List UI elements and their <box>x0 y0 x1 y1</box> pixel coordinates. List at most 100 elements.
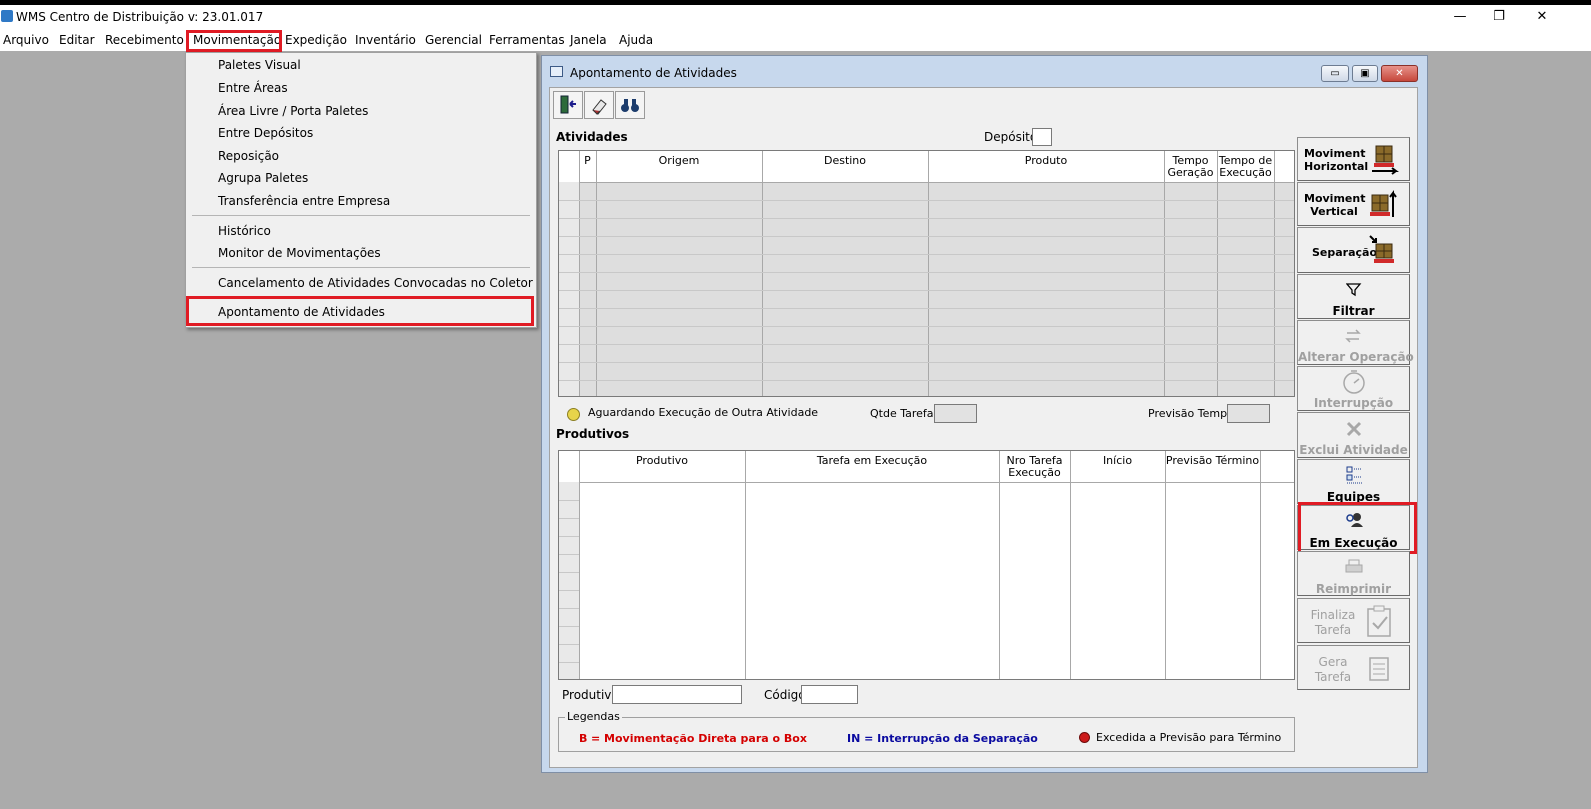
grid-column-divider <box>1164 151 1165 396</box>
codigo-filter-label: Código <box>764 688 806 702</box>
menu-item-entre-depositos[interactable]: Entre Depósitos <box>218 126 313 140</box>
grid-row-divider <box>559 518 579 519</box>
grid-row-divider <box>559 218 1294 219</box>
produtivo-filter-input[interactable] <box>612 685 742 704</box>
grid-column-divider <box>1274 151 1275 396</box>
grid-row-divider <box>559 326 1294 327</box>
col-nro-tarefa[interactable]: Nro Tarefa Execução <box>999 455 1070 479</box>
window-title: Apontamento de Atividades <box>570 66 737 80</box>
search-button[interactable] <box>615 91 645 119</box>
excedida-legend-dot <box>1079 732 1090 743</box>
b-legend-symbol: B <box>579 732 588 745</box>
binoculars-icon <box>621 99 639 112</box>
team-list-icon <box>1346 466 1362 484</box>
b-legend-text: = Movimentação Direta para o Box <box>591 732 807 745</box>
grid-column-divider <box>999 451 1000 679</box>
deposito-label: Depósito <box>984 130 1038 144</box>
grid-row-divider <box>559 626 579 627</box>
interrupcao-label: Interrupção <box>1313 396 1394 410</box>
grid-row-divider <box>559 200 1294 201</box>
scroll-icon <box>1369 657 1389 681</box>
restore-icon[interactable]: ❐ <box>1487 8 1511 26</box>
previsao-tempo-label: Previsão Tempo <box>1148 407 1234 420</box>
interrupcao-button[interactable]: Interrupção <box>1297 366 1410 411</box>
filter-icon <box>1346 283 1362 297</box>
window-icon <box>550 66 563 77</box>
grid-column-divider <box>579 451 580 679</box>
produtivos-grid[interactable]: Produtivo Tarefa em Execução Nro Tarefa … <box>558 450 1295 680</box>
close-icon[interactable]: ✕ <box>1530 8 1554 26</box>
aguardando-legend-text: Aguardando Execução de Outra Atividade <box>588 406 819 419</box>
child-close-button[interactable]: ✕ <box>1381 65 1418 82</box>
separacao-button[interactable]: Separação <box>1297 227 1410 273</box>
menu-expedicao[interactable]: Expedição <box>285 33 347 47</box>
grid-row-divider <box>559 272 1294 273</box>
equipes-button[interactable]: Equipes <box>1297 459 1410 504</box>
menu-item-agrupa-paletes[interactable]: Agrupa Paletes <box>218 171 308 185</box>
menu-arquivo[interactable]: Arquivo <box>3 33 49 47</box>
menu-inventario[interactable]: Inventário <box>355 33 416 47</box>
gera-tarefa-button[interactable]: Gera Tarefa <box>1297 645 1410 690</box>
alterar-operacao-button[interactable]: Alterar Operação <box>1297 320 1414 365</box>
apontamento-window: Apontamento de Atividades ▭ ▣ ✕ Atividad… <box>541 55 1428 773</box>
col-produtivo[interactable]: Produtivo <box>579 455 745 467</box>
exit-button[interactable] <box>553 91 583 119</box>
clipboard-check-icon <box>1367 605 1391 637</box>
menu-item-transferencia[interactable]: Transferência entre Empresa <box>218 194 390 208</box>
exclui-atividade-button[interactable]: Exclui Atividade <box>1297 412 1410 458</box>
reimprimir-label: Reimprimir <box>1315 582 1392 596</box>
col-tempo-execucao[interactable]: Tempo de Execução <box>1217 155 1274 179</box>
legendas-title: Legendas <box>565 710 622 723</box>
grid-row-divider <box>559 590 579 591</box>
menu-janela[interactable]: Janela <box>570 33 607 47</box>
menu-recebimento[interactable]: Recebimento <box>105 33 184 47</box>
child-minimize-button[interactable]: ▭ <box>1321 65 1349 82</box>
swap-icon <box>1345 329 1361 343</box>
em-execucao-highlight-frame <box>1298 502 1417 554</box>
grid-row-divider <box>559 380 1294 381</box>
minimize-icon[interactable]: — <box>1448 8 1472 26</box>
menu-ferramentas[interactable]: Ferramentas <box>489 33 565 47</box>
filtrar-button[interactable]: Filtrar <box>1297 274 1410 319</box>
col-produto[interactable]: Produto <box>928 155 1164 167</box>
grid-row-divider <box>559 254 1294 255</box>
exclui-atividade-label: Exclui Atividade <box>1299 443 1408 457</box>
col-tarefa-execucao[interactable]: Tarefa em Execução <box>745 455 999 467</box>
grid-row-divider <box>559 554 579 555</box>
menu-item-cancelamento[interactable]: Cancelamento de Atividades Convocadas no… <box>218 276 533 290</box>
moviment-horizontal-button[interactable]: Moviment Horizontal <box>1297 137 1410 181</box>
grid-column-divider <box>1070 451 1071 679</box>
legendas-group: Legendas B = Movimentação Direta para o … <box>558 710 1295 752</box>
grid-row-divider <box>559 536 579 537</box>
menu-item-area-livre[interactable]: Área Livre / Porta Paletes <box>218 104 368 118</box>
menu-item-historico[interactable]: Histórico <box>218 224 271 238</box>
produtivos-label: Produtivos <box>556 427 630 441</box>
stopwatch-icon <box>1343 370 1365 394</box>
menu-item-paletes-visual[interactable]: Paletes Visual <box>218 58 301 72</box>
menu-editar[interactable]: Editar <box>59 33 95 47</box>
codigo-filter-input[interactable] <box>801 685 858 704</box>
child-restore-button[interactable]: ▣ <box>1352 65 1378 82</box>
moviment-vertical-button[interactable]: Moviment Vertical <box>1297 182 1410 226</box>
col-origem[interactable]: Origem <box>596 155 762 167</box>
menu-ajuda[interactable]: Ajuda <box>619 33 653 47</box>
finaliza-tarefa-button[interactable]: Finaliza Tarefa <box>1297 598 1410 643</box>
exit-icon <box>560 95 576 114</box>
grid-column-divider <box>579 151 580 396</box>
app-title: WMS Centro de Distribuição v: 23.01.017 <box>16 10 264 24</box>
menu-gerencial[interactable]: Gerencial <box>425 33 482 47</box>
col-destino[interactable]: Destino <box>762 155 928 167</box>
atividades-grid[interactable]: P Origem Destino Produto Tempo Geração T… <box>558 150 1295 397</box>
col-inicio[interactable]: Início <box>1070 455 1165 467</box>
row-indicator-column <box>559 482 579 679</box>
col-p[interactable]: P <box>579 155 596 167</box>
col-tempo-geracao[interactable]: Tempo Geração <box>1164 155 1217 179</box>
grid-row-divider <box>559 608 579 609</box>
clear-button[interactable] <box>584 91 614 119</box>
menu-item-reposicao[interactable]: Reposição <box>218 149 279 163</box>
menu-item-monitor[interactable]: Monitor de Movimentações <box>218 246 381 260</box>
reimprimir-button[interactable]: Reimprimir <box>1297 551 1410 596</box>
col-previsao-termino[interactable]: Previsão Término <box>1165 455 1260 467</box>
menu-item-entre-areas[interactable]: Entre Áreas <box>218 81 288 95</box>
deposito-input[interactable] <box>1032 128 1052 146</box>
